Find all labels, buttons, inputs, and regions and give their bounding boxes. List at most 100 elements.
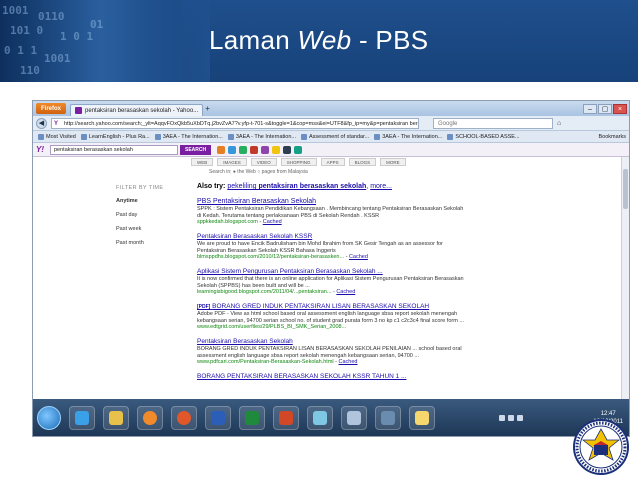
also-try-more-link[interactable]: more... [370,183,392,190]
result-title-link[interactable]: Aplikasi Sistem Pengurusan Pentaksiran B… [197,268,465,276]
taskbar-word-icon[interactable] [205,405,231,430]
page-scrollbar[interactable] [621,157,629,401]
taskbar-powerpoint-icon[interactable] [273,405,299,430]
clock-time: 12:47 [600,410,616,417]
network-icon[interactable] [499,414,506,421]
taskbar-app-icon[interactable] [409,405,435,430]
result-title-link[interactable]: PBS Pentaksiran Berasaskan Sekolah [197,198,465,206]
bookmark-item[interactable]: 3AEA - The Internation... [154,133,223,140]
cached-link[interactable]: Cached [339,359,358,365]
google-search-input[interactable]: Google [433,117,553,129]
toolbar-app-icon[interactable] [250,145,259,154]
bookmark-item[interactable]: LearnEnglish - Plus Ra... [80,133,150,140]
result-url: www.edtgrid.com/userfiles/29/PLBS_BI_SMK… [197,324,347,330]
bookmark-icon [447,133,454,140]
taskbar-media-icon[interactable] [137,405,163,430]
tab-more[interactable]: MORE [380,157,406,166]
url-field[interactable]: http://search.yahoo.com/search;_ylt=Aqqv… [51,117,419,129]
bookmark-icon [374,133,381,140]
cached-link[interactable]: Cached [349,254,368,260]
bookmark-icon [300,133,307,140]
taskbar-firefox-icon[interactable] [171,405,197,430]
bookmark-icon [80,133,87,140]
yahoo-search-button[interactable]: SEARCH [180,144,212,155]
toolbar-app-icon[interactable] [228,145,237,154]
window-controls: – ▢ × [583,103,627,114]
yahoo-search-input[interactable]: pentaksiran berasaskan sekolah [50,144,178,155]
header-fade [120,0,210,82]
windows-taskbar: 12:47 12/10/2011 [33,399,629,436]
cached-link[interactable]: Cached [336,289,355,295]
toolbar-app-icon[interactable] [217,145,226,154]
also-try-link[interactable]: pekeliling pentaksiran berasaskan sekola… [227,183,366,190]
flag-icon[interactable] [517,414,524,421]
search-results: Also try: pekeliling pentaksiran berasas… [197,183,465,388]
minimize-button[interactable]: – [583,103,597,114]
time-filter: FILTER BY TIME Anytime Past day Past wee… [116,185,163,254]
bookmark-item[interactable]: Assessment of standar... [300,133,369,140]
result-snippet: SPPK : Sistem Pentaksiran Pendidikan Keb… [197,206,464,219]
tab-web[interactable]: WEB [191,157,214,166]
start-button-icon[interactable] [37,405,61,430]
taskbar-excel-icon[interactable] [239,405,265,430]
result-item: Pentaksiran Berasaskan Sekolah KSSR We a… [197,233,465,261]
filter-anytime[interactable]: Anytime [116,198,163,204]
filter-heading: FILTER BY TIME [116,185,164,191]
filter-past-day[interactable]: Past day [116,212,163,218]
browser-tab[interactable]: pentaksiran berasaskan sekolah - Yahoo..… [70,104,204,116]
toolbar-app-icon[interactable] [294,145,303,154]
result-title-link[interactable]: Pentaksiran Berasaskan Sekolah KSSR [197,233,465,241]
back-arrow-icon[interactable]: ◀ [36,117,47,129]
bookmark-item[interactable]: Most Visited [38,133,76,140]
search-scope[interactable]: Search in: ● the Web ○ pages from Malays… [209,169,308,175]
result-item: [PDF] BORANG GRED INDUK PENTAKSIRAN LISA… [197,303,465,331]
cached-link[interactable]: Cached [263,219,282,225]
tab-shopping[interactable]: SHOPPING [280,157,317,166]
tab-video[interactable]: VIDEO [250,157,277,166]
result-snippet: BORANG GRED INDUK PENTAKSIRAN LISAN BERA… [197,346,462,359]
also-try-label: Also try: [197,183,226,190]
home-icon[interactable]: ⌂ [557,120,561,127]
taskbar-app-icon[interactable] [341,405,367,430]
toolbar-app-icon[interactable] [239,145,248,154]
toolbar-app-icon[interactable] [261,145,270,154]
volume-icon[interactable] [508,414,515,421]
bookmark-item[interactable]: 3AEA - The Internation... [227,133,296,140]
taskbar-app-icon[interactable] [307,405,333,430]
close-button[interactable]: × [613,103,627,114]
filter-past-week[interactable]: Past week [116,226,163,232]
tab-label: pentaksiran berasaskan sekolah - Yahoo..… [85,107,199,114]
yahoo-logo[interactable]: Y! [36,145,44,154]
taskbar-folder-icon[interactable] [103,405,129,430]
result-item: BORANG PENTAKSIRAN BERASASKAN SEKOLAH KS… [197,373,465,381]
bookmark-item[interactable]: 3AEA - The Internation... [374,133,442,140]
result-title-link[interactable]: Pentaksiran Berasaskan Sekolah [197,338,465,346]
firefox-menu-button[interactable]: Firefox [36,103,67,114]
filter-past-month[interactable]: Past month [116,240,163,246]
also-try: Also try: pekeliling pentaksiran berasas… [197,183,392,190]
bookmark-icon [227,133,234,140]
result-title-link[interactable]: BORANG PENTAKSIRAN BERASASKAN SEKOLAH KS… [197,373,465,381]
toolbar-icons [217,145,303,154]
tab-images[interactable]: IMAGES [217,157,247,166]
bookmark-icon [154,133,161,140]
navigation-bar: ◀ http://search.yahoo.com/search;_ylt=Aq… [33,116,629,131]
system-tray-icons [499,414,524,421]
new-tab-button[interactable]: + [205,104,210,113]
toolbar-app-icon[interactable] [272,145,281,154]
tab-blogs[interactable]: BLOGS [348,157,377,166]
result-url: learningisbigood.blogspot.com/2011/04/..… [197,289,332,295]
result-item: Aplikasi Sistem Pengurusan Pentaksiran B… [197,268,465,295]
tab-apps[interactable]: APPS [320,157,345,166]
maximize-button[interactable]: ▢ [598,103,612,114]
scrollbar-thumb[interactable] [623,169,628,209]
taskbar-ie-icon[interactable] [69,405,95,430]
bookmarks-toolbar: Most Visited LearnEnglish - Plus Ra... 3… [33,131,629,143]
toolbar-app-icon[interactable] [283,145,292,154]
bookmarks-menu[interactable]: Bookmarks [598,134,626,140]
bookmark-item[interactable]: SCHOOL-BASED ASSE... [447,133,520,140]
result-url: blmsppdhs.blogspot.com/2010/12/pentaksir… [197,254,345,260]
taskbar-app-icon[interactable] [375,405,401,430]
browser-titlebar: Firefox pentaksiran berasaskan sekolah -… [33,101,629,116]
result-title-link[interactable]: [PDF] BORANG GRED INDUK PENTAKSIRAN LISA… [197,303,465,311]
